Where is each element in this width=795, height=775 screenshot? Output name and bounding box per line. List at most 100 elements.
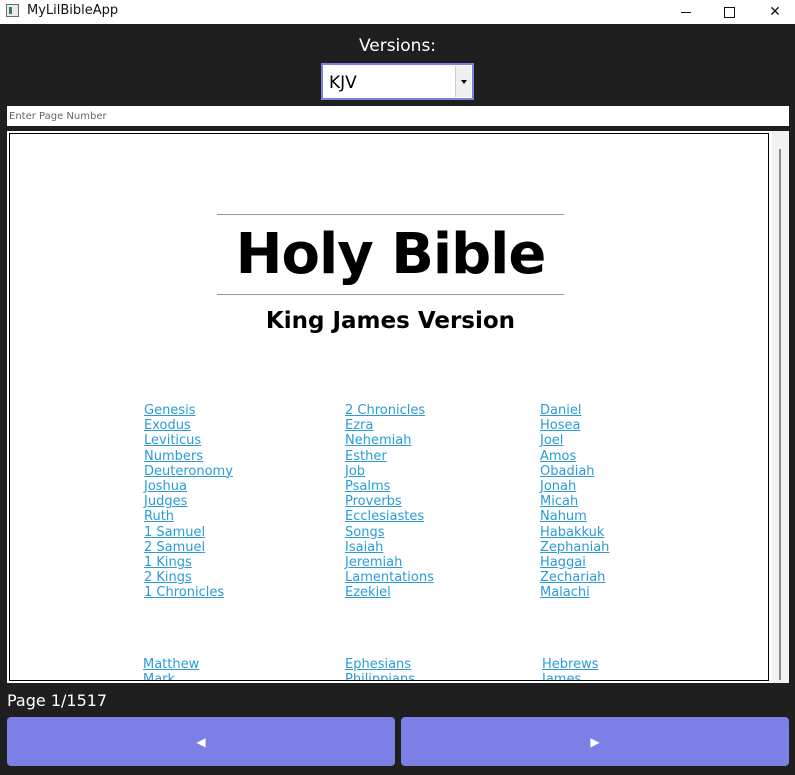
minimize-button[interactable] xyxy=(663,0,709,24)
page-number-input[interactable] xyxy=(7,106,789,126)
book-link[interactable]: Job xyxy=(345,464,365,479)
book-list-item: Numbers xyxy=(144,449,233,464)
book-list-item: Proverbs xyxy=(345,494,434,509)
book-link[interactable]: Obadiah xyxy=(540,464,595,479)
book-list-item: Joel xyxy=(540,433,609,448)
book-link[interactable]: Ephesians xyxy=(345,657,411,672)
book-list-item: Ruth xyxy=(144,509,233,524)
book-link[interactable]: Judges xyxy=(144,494,187,509)
book-list-item: Mark xyxy=(143,672,199,680)
book-list-item: Daniel xyxy=(540,403,609,418)
book-link[interactable]: Jonah xyxy=(540,479,576,494)
chevron-down-icon[interactable] xyxy=(455,66,471,97)
book-list-item: James xyxy=(542,672,599,680)
version-select[interactable]: KJV xyxy=(321,63,474,100)
book-link[interactable]: Philippians xyxy=(345,672,415,680)
book-link[interactable]: Ezekiel xyxy=(345,585,391,600)
vertical-scrollbar[interactable] xyxy=(772,131,789,683)
book-link[interactable]: Nahum xyxy=(540,509,587,524)
book-link[interactable]: 1 Samuel xyxy=(144,525,205,540)
book-list-item: 1 Chronicles xyxy=(144,585,233,600)
book-list-item: 1 Kings xyxy=(144,555,233,570)
book-list-item: Nehemiah xyxy=(345,433,434,448)
book-link[interactable]: Micah xyxy=(540,494,578,509)
book-list-item: Leviticus xyxy=(144,433,233,448)
book-link[interactable]: Joshua xyxy=(144,479,187,494)
book-list-item: Judges xyxy=(144,494,233,509)
book-link[interactable]: Songs xyxy=(345,525,384,540)
book-link[interactable]: Exodus xyxy=(144,418,191,433)
book-list-item: Ecclesiastes xyxy=(345,509,434,524)
book-link[interactable]: Nehemiah xyxy=(345,433,411,448)
book-list-item: 2 Chronicles xyxy=(345,403,434,418)
book-link[interactable]: Habakkuk xyxy=(540,525,604,540)
book-link[interactable]: Matthew xyxy=(143,657,199,672)
book-list-item: Jeremiah xyxy=(345,555,434,570)
book-link[interactable]: Jeremiah xyxy=(345,555,402,570)
title-bottom-rule xyxy=(217,294,564,295)
book-link[interactable]: Zephaniah xyxy=(540,540,609,555)
book-link[interactable]: Haggai xyxy=(540,555,586,570)
book-link[interactable]: 1 Chronicles xyxy=(144,585,224,600)
triangle-left-icon: ◀ xyxy=(196,734,206,749)
book-link[interactable]: Amos xyxy=(540,449,576,464)
book-link[interactable]: Ezra xyxy=(345,418,373,433)
book-link[interactable]: Leviticus xyxy=(144,433,201,448)
book-link[interactable]: 1 Kings xyxy=(144,555,192,570)
book-list-item: 2 Kings xyxy=(144,570,233,585)
book-list-item: Obadiah xyxy=(540,464,609,479)
book-link[interactable]: Proverbs xyxy=(345,494,402,509)
book-link[interactable]: Mark xyxy=(143,672,175,680)
book-link[interactable]: James xyxy=(542,672,581,680)
close-icon: ✕ xyxy=(769,4,781,20)
versions-label: Versions: xyxy=(358,36,437,56)
book-list-item: Micah xyxy=(540,494,609,509)
maximize-button[interactable] xyxy=(706,0,752,24)
book-link[interactable]: Psalms xyxy=(345,479,390,494)
book-link[interactable]: Deuteronomy xyxy=(144,464,233,479)
book-link[interactable]: Malachi xyxy=(540,585,590,600)
book-list-item: Ezra xyxy=(345,418,434,433)
book-link[interactable]: 2 Samuel xyxy=(144,540,205,555)
maximize-icon xyxy=(723,6,735,18)
minimize-icon xyxy=(681,11,691,13)
book-link[interactable]: Ruth xyxy=(144,509,174,524)
book-link[interactable]: Ecclesiastes xyxy=(345,509,424,524)
book-list-item: Genesis xyxy=(144,403,233,418)
next-page-button[interactable]: ▶ xyxy=(401,717,789,766)
previous-page-button[interactable]: ◀ xyxy=(7,717,395,766)
document-viewer[interactable]: Holy Bible King James Version Genesis Exo… xyxy=(7,131,789,683)
book-list-item: Hebrews xyxy=(542,657,599,672)
book-link[interactable]: Isaiah xyxy=(345,540,383,555)
book-link[interactable]: Esther xyxy=(345,449,387,464)
old-testament-column-1: Genesis Exodus Leviticus Numbers Deuteronomy… xyxy=(144,403,233,600)
book-list-item: Habakkuk xyxy=(540,525,609,540)
book-list-item: Deuteronomy xyxy=(144,464,233,479)
book-list-item: Ephesians xyxy=(345,657,415,672)
document-page: Holy Bible King James Version Genesis Exo… xyxy=(9,133,769,681)
book-list-item: Nahum xyxy=(540,509,609,524)
book-link[interactable]: Hebrews xyxy=(542,657,599,672)
close-button[interactable]: ✕ xyxy=(752,0,795,24)
book-list-item: Jonah xyxy=(540,479,609,494)
book-link[interactable]: Zechariah xyxy=(540,570,605,585)
book-link[interactable]: Numbers xyxy=(144,449,203,464)
page-indicator: Page 1/1517 xyxy=(7,691,108,710)
book-link[interactable]: Lamentations xyxy=(345,570,434,585)
book-list-item: 2 Samuel xyxy=(144,540,233,555)
book-link[interactable]: 2 Kings xyxy=(144,570,192,585)
document-title: Holy Bible xyxy=(235,222,547,287)
book-link[interactable]: Genesis xyxy=(144,403,195,418)
scrollbar-thumb[interactable] xyxy=(779,149,781,680)
book-link[interactable]: 2 Chronicles xyxy=(345,403,425,418)
book-link[interactable]: Hosea xyxy=(540,418,580,433)
title-top-rule xyxy=(217,214,564,215)
book-link[interactable]: Daniel xyxy=(540,403,581,418)
old-testament-column-2: 2 Chronicles Ezra Nehemiah Esther Job Psalms P… xyxy=(345,403,434,600)
book-link[interactable]: Joel xyxy=(540,433,563,448)
book-list-item: 1 Samuel xyxy=(144,525,233,540)
book-list-item: Matthew xyxy=(143,657,199,672)
book-list-item: Lamentations xyxy=(345,570,434,585)
book-list-item: Esther xyxy=(345,449,434,464)
book-list-item: Haggai xyxy=(540,555,609,570)
